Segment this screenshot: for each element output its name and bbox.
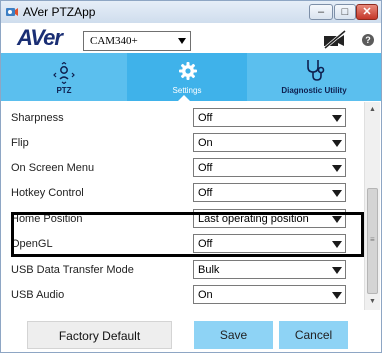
camera-select[interactable]: CAM340+ <box>83 31 191 51</box>
flip-select[interactable]: On <box>193 133 346 152</box>
setting-row-flip: Flip On <box>1 131 363 156</box>
select-value: Off <box>198 187 213 199</box>
tab-bar: PTZ Settings Diagnostic Utility <box>1 53 381 101</box>
setting-label: USB Data Transfer Mode <box>11 264 134 276</box>
setting-row-usb-audio: USB Audio On <box>1 283 363 308</box>
ptz-icon <box>53 62 75 84</box>
highlight-box <box>11 212 364 257</box>
camera-select-value: CAM340+ <box>90 35 138 47</box>
select-value: On <box>198 137 213 149</box>
on-screen-menu-select[interactable]: Off <box>193 158 346 177</box>
aver-logo: AVer <box>17 25 63 50</box>
tab-diagnostic-label: Diagnostic Utility <box>281 86 347 95</box>
gear-icon <box>179 62 197 80</box>
active-tab-indicator <box>177 95 191 102</box>
vertical-scrollbar[interactable]: ▲ ≡ ▼ <box>364 102 380 310</box>
setting-label: Flip <box>11 137 29 149</box>
select-value: Bulk <box>198 264 220 276</box>
setting-label: USB Audio <box>11 289 65 301</box>
app-icon <box>6 8 18 16</box>
maximize-button[interactable]: □ <box>334 4 356 20</box>
scroll-up-arrow[interactable]: ▲ <box>365 102 380 118</box>
setting-label: On Screen Menu <box>11 162 95 174</box>
window-title: AVer PTZApp <box>23 5 96 19</box>
setting-row-usb-data-transfer-mode: USB Data Transfer Mode Bulk <box>1 258 363 283</box>
usb-audio-select[interactable]: On <box>193 285 346 304</box>
title-bar: AVer PTZApp – □ ✕ <box>1 1 381 23</box>
tab-diagnostic-utility[interactable]: Diagnostic Utility <box>247 53 381 101</box>
select-value: On <box>198 289 213 301</box>
chevron-down-icon <box>178 38 186 44</box>
chevron-down-icon <box>329 134 345 151</box>
save-button[interactable]: Save <box>194 321 273 349</box>
settings-list: Sharpness Off Flip On On Screen Menu Off… <box>1 102 363 310</box>
setting-row-sharpness: Sharpness Off <box>1 106 363 131</box>
sharpness-select[interactable]: Off <box>193 108 346 127</box>
app-window: AVer PTZApp – □ ✕ AVer CAM340+ ? PTZ Set… <box>0 0 382 353</box>
chevron-down-icon <box>329 261 345 278</box>
factory-default-button[interactable]: Factory Default <box>27 321 172 349</box>
select-value: Off <box>198 162 213 174</box>
close-button[interactable]: ✕ <box>356 4 378 20</box>
stethoscope-icon <box>307 60 325 81</box>
help-icon[interactable]: ? <box>362 34 374 46</box>
setting-row-on-screen-menu: On Screen Menu Off <box>1 156 363 181</box>
select-value: Off <box>198 112 213 124</box>
setting-label: Sharpness <box>11 112 64 124</box>
tab-settings[interactable]: Settings <box>127 53 247 101</box>
scroll-down-arrow[interactable]: ▼ <box>365 294 380 310</box>
camera-off-icon[interactable] <box>321 29 349 49</box>
usb-data-transfer-mode-select[interactable]: Bulk <box>193 260 346 279</box>
tab-ptz-label: PTZ <box>56 86 72 95</box>
tab-settings-label: Settings <box>172 86 202 95</box>
minimize-button[interactable]: – <box>309 4 333 20</box>
chevron-down-icon <box>329 109 345 126</box>
hotkey-control-select[interactable]: Off <box>193 183 346 202</box>
tab-ptz[interactable]: PTZ <box>1 53 127 101</box>
chevron-down-icon <box>329 159 345 176</box>
chevron-down-icon <box>329 184 345 201</box>
setting-label: Hotkey Control <box>11 187 84 199</box>
cancel-button[interactable]: Cancel <box>279 321 348 349</box>
grip-icon: ≡ <box>370 235 375 244</box>
scroll-thumb[interactable]: ≡ <box>367 188 378 294</box>
chevron-down-icon <box>329 286 345 303</box>
setting-row-hotkey-control: Hotkey Control Off <box>1 181 363 206</box>
